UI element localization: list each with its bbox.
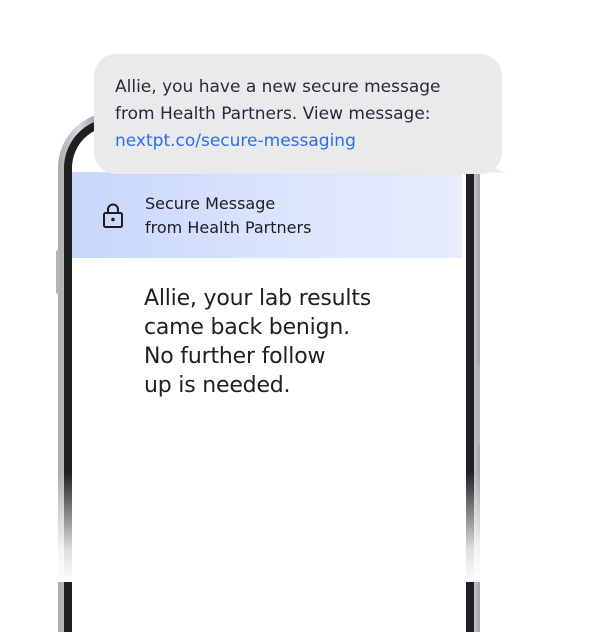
secure-message-header: Secure Message from Health Partners [72,172,462,258]
phone-side-button-right [476,365,480,445]
phone-side-button-left [56,250,60,294]
sms-bubble-tail [482,150,506,173]
message-body-text: Allie, your lab results came back benign… [144,286,372,398]
secure-message-title: Secure Message from Health Partners [145,194,312,237]
secure-messaging-link[interactable]: nextpt.co/secure-messaging [115,128,482,155]
sms-text: Allie, you have a new secure message fro… [115,77,441,124]
sms-notification-bubble[interactable]: Allie, you have a new secure message fro… [94,54,502,174]
lock-icon [103,203,123,228]
